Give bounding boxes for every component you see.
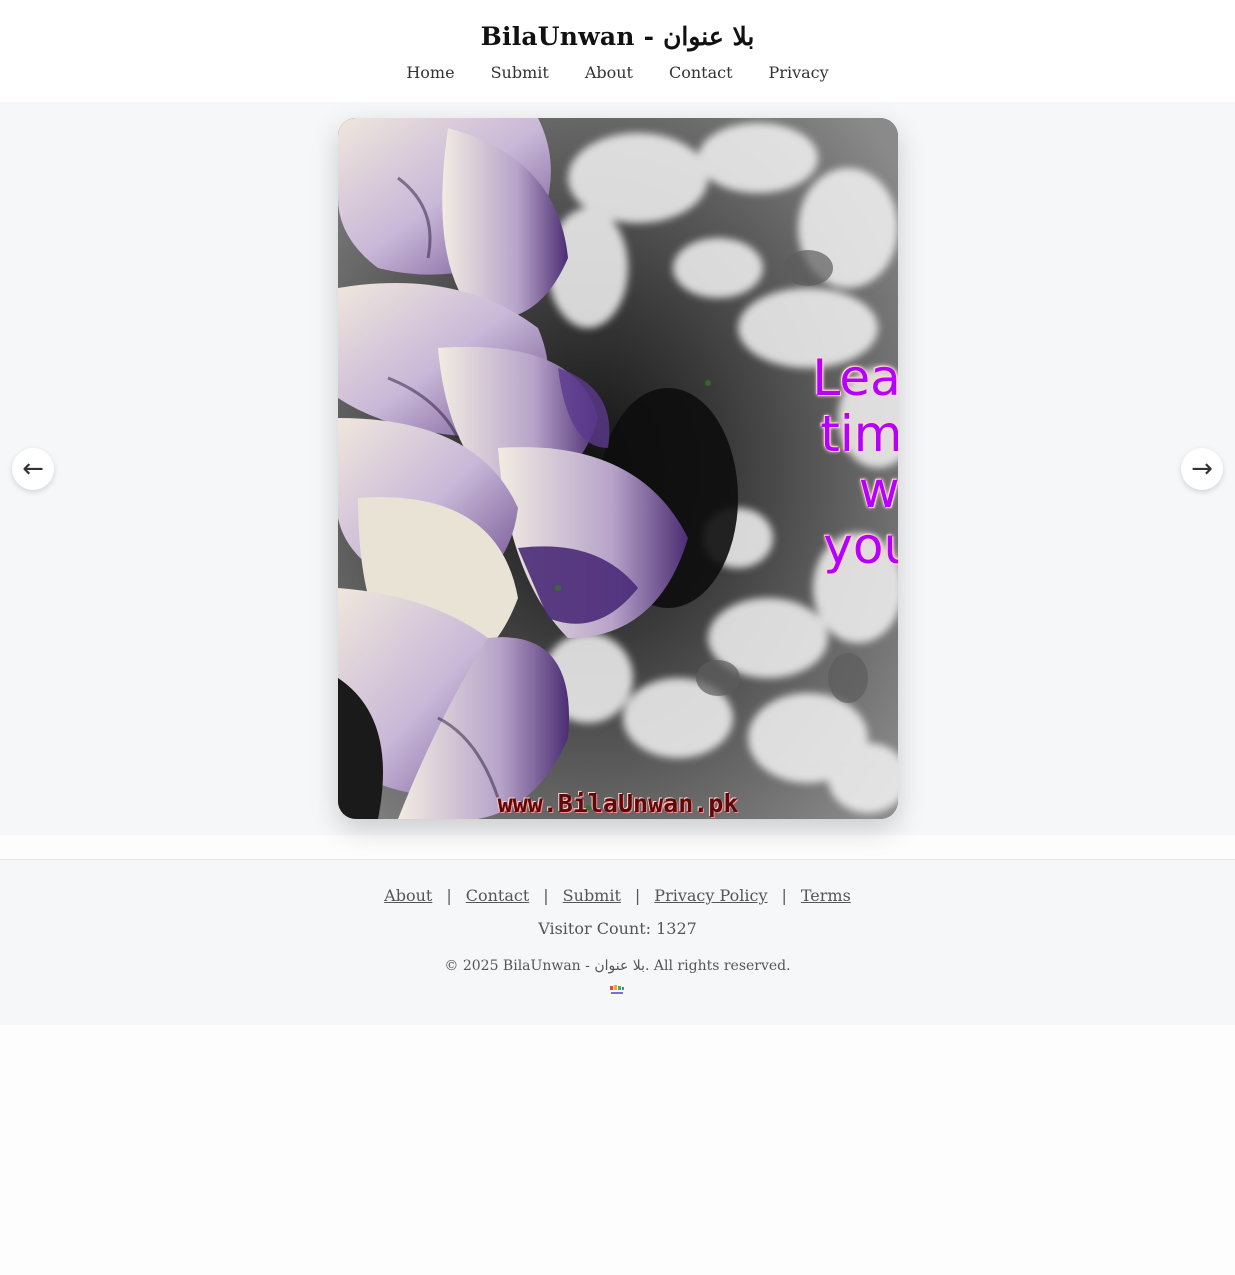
nav-privacy-link[interactable]: Privacy	[769, 63, 829, 82]
footer-terms-link[interactable]: Terms	[801, 886, 851, 905]
previous-slide-button[interactable]: ←	[12, 448, 54, 490]
image-slider: ← Lea tim w yo www.BilaUnwan.pk →	[0, 102, 1235, 835]
site-footer: About | Contact | Submit | Privacy Polic…	[0, 859, 1235, 1025]
quote-line: Learn t	[812, 349, 898, 407]
nav-about-link[interactable]: About	[585, 63, 633, 82]
slide-watermark: www.BilaUnwan.pk	[497, 789, 739, 818]
footer-separator: |	[446, 886, 452, 905]
footer-about-link[interactable]: About	[384, 886, 432, 905]
footer-links: About | Contact | Submit | Privacy Polic…	[0, 886, 1235, 905]
arrow-right-icon: →	[1191, 454, 1213, 484]
footer-contact-link[interactable]: Contact	[466, 886, 530, 905]
quote-line: will	[858, 461, 898, 519]
slide-quote-text: Learn t time a will you st	[750, 350, 898, 574]
nav-submit-link[interactable]: Submit	[491, 63, 549, 82]
copyright-text: © 2025 BilaUnwan - بلا عنوان. All rights…	[444, 958, 791, 974]
visitor-count: Visitor Count: 1327	[538, 919, 697, 938]
footer-separator: |	[781, 886, 787, 905]
arrow-left-icon: ←	[22, 454, 44, 484]
site-header: BilaUnwan - بلا عنوان Home Submit About …	[0, 0, 1235, 102]
slide-image: Learn t time a will you st www.BilaUnwan…	[338, 118, 898, 819]
quote-line: time a	[820, 405, 898, 463]
next-slide-button[interactable]: →	[1181, 448, 1223, 490]
quote-line: you st	[823, 517, 898, 575]
footer-separator: |	[634, 886, 641, 905]
site-title[interactable]: BilaUnwan - بلا عنوان	[0, 22, 1235, 51]
site-logo-icon	[610, 985, 624, 994]
footer-separator: |	[543, 886, 549, 905]
nav-contact-link[interactable]: Contact	[669, 63, 733, 82]
nav-home-link[interactable]: Home	[406, 63, 454, 82]
footer-privacy-policy-link[interactable]: Privacy Policy	[654, 886, 767, 905]
main-nav: Home Submit About Contact Privacy	[0, 63, 1235, 82]
footer-submit-link[interactable]: Submit	[563, 886, 621, 905]
